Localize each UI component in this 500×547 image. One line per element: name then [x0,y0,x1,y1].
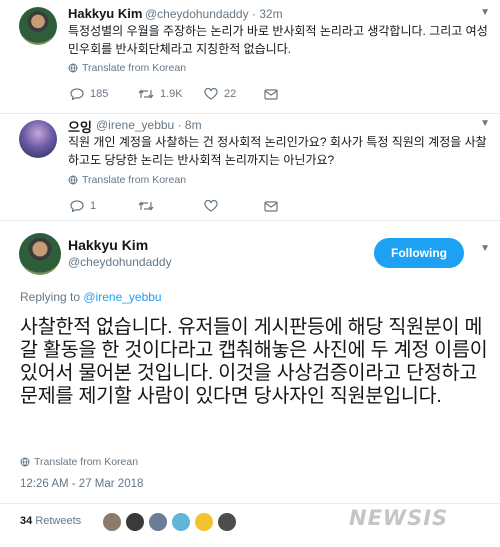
avatar[interactable] [19,233,61,275]
divider [0,503,500,504]
retweet-button[interactable] [138,200,204,212]
mail-icon [264,200,278,212]
reply-icon [70,200,84,212]
replying-handle-link[interactable]: @irene_yebbu [83,290,161,304]
like-button[interactable]: 22 [204,88,264,100]
reply-count: 1 [90,200,97,212]
retweeter-avatar[interactable] [149,513,167,531]
tweet-timestamp[interactable]: 12:26 AM - 27 Mar 2018 [20,478,143,490]
retweeter-avatar[interactable] [126,513,144,531]
translate-link[interactable]: Translate from Korean [20,456,138,468]
reply-button[interactable]: 185 [70,88,138,100]
author-name[interactable]: Hakkyu Kim [68,6,142,21]
tweet-text: 특정성별의 우월을 주장하는 논리가 바로 반사회적 논리라고 생각합니다. 그… [68,24,488,56]
tweet-text: 직원 개인 계정을 사찰하는 건 정사회적 논리인가요? 회사가 특정 직원의 … [68,135,487,167]
dm-button[interactable] [264,200,278,212]
author-handle[interactable]: @cheydohundaddy [68,255,172,269]
globe-icon [68,175,78,185]
handle-time[interactable]: @irene_yebbu · 8m [96,118,202,132]
chevron-down-icon[interactable]: ▼ [480,7,490,18]
reply-count: 185 [90,88,109,100]
chevron-down-icon[interactable]: ▼ [480,243,490,254]
heart-icon [204,200,218,212]
mail-icon [264,88,278,100]
retweets-count: 34 [20,515,33,527]
translate-link[interactable]: Translate from Korean [68,174,186,186]
translate-label: Translate from Korean [34,456,139,468]
retweeter-avatar[interactable] [172,513,190,531]
globe-icon [68,63,78,73]
avatar[interactable] [19,7,57,45]
retweeter-avatars [103,513,241,531]
dm-button[interactable] [264,88,278,100]
heart-icon [204,88,218,100]
retweeter-avatar[interactable] [103,513,121,531]
retweeter-avatar[interactable] [195,513,213,531]
translate-label: Translate from Korean [82,62,187,74]
chevron-down-icon[interactable]: ▼ [480,118,490,129]
reply-icon [70,88,84,100]
tweet-actions: 1 [70,200,278,212]
retweet-icon [138,200,154,212]
like-button[interactable] [204,200,264,212]
replying-prefix: Replying to [20,290,84,304]
tweet-1: Hakkyu Kim @cheydohundaddy · 32m ▼ 특정성별의… [0,0,500,113]
tweet-2: 으잉 @irene_yebbu · 8m ▼ 직원 개인 계정을 사찰하는 건 … [0,114,500,220]
like-count: 22 [224,88,237,100]
retweet-button[interactable]: 1.9K [138,88,204,100]
newsis-watermark: NEWSIS [349,506,449,530]
retweet-stats[interactable]: 34 Retweets [20,515,81,527]
translate-label: Translate from Korean [82,174,187,186]
avatar[interactable] [19,120,57,158]
replying-to: Replying to @irene_yebbu [20,290,162,304]
reply-button[interactable]: 1 [70,200,138,212]
handle-time[interactable]: @cheydohundaddy · 32m [145,7,283,21]
retweet-count: 1.9K [160,88,183,100]
retweeter-avatar[interactable] [218,513,236,531]
following-button[interactable]: Following [374,238,464,268]
globe-icon [20,457,30,467]
author-name[interactable]: Hakkyu Kim [68,237,148,253]
retweet-icon [138,88,154,100]
main-tweet-text: 사찰한적 없습니다. 유저들이 게시판등에 해당 직원분이 메갈 활동을 한 것… [20,316,488,407]
tweet-actions: 185 1.9K 22 [70,88,278,100]
translate-link[interactable]: Translate from Korean [68,62,186,74]
retweets-label: Retweets [35,515,82,527]
